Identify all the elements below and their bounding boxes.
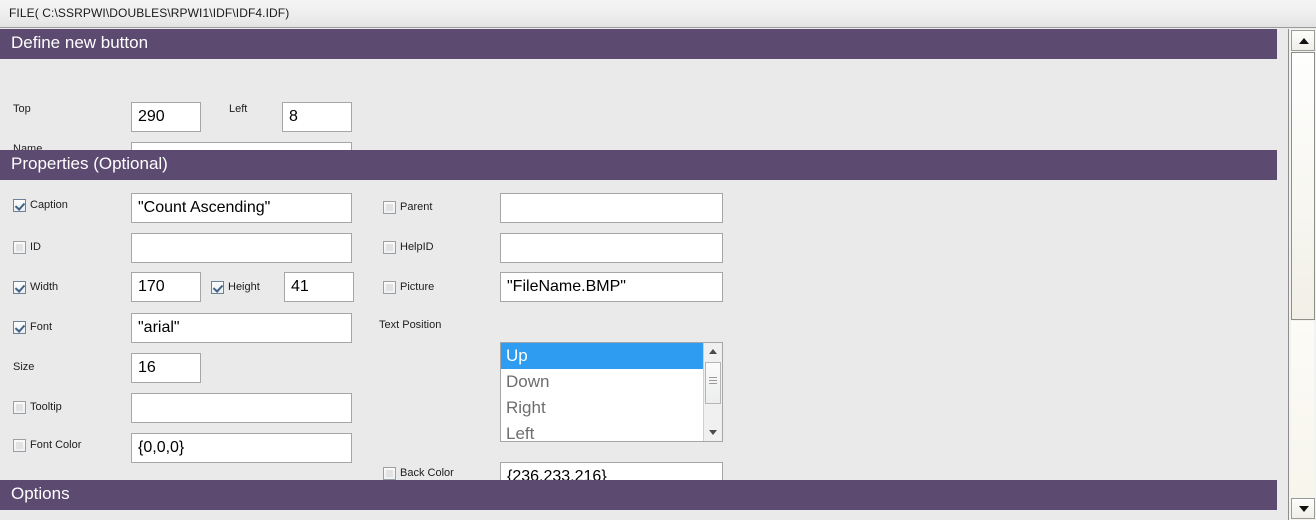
listbox-item-right[interactable]: Right [501,395,704,421]
input-parent[interactable] [500,193,723,223]
label-left: Left [229,103,248,115]
label-tooltip: Tooltip [30,401,62,413]
input-top[interactable] [131,102,201,132]
scroll-thumb[interactable] [1291,52,1315,320]
label-helpid: HelpID [400,241,434,253]
input-caption[interactable] [131,193,352,223]
listbox-scroll-up-icon[interactable] [704,343,722,360]
section-header-properties: Properties (Optional) [0,150,1277,180]
form-panel: Define new button Top Left Name Properti… [0,29,1288,520]
input-font[interactable] [131,313,352,343]
label-height: Height [228,281,260,293]
listbox-item-down[interactable]: Down [501,369,704,395]
section-header-define-new-button: Define new button [0,29,1277,59]
listbox-scrollbar[interactable] [703,343,722,441]
checkbox-caption[interactable] [13,199,26,212]
scroll-track[interactable] [1291,321,1314,497]
label-picture: Picture [400,281,435,293]
input-size[interactable] [131,353,201,383]
label-text-position: Text Position [379,319,442,331]
section-title-define-new-button: Define new button [11,33,149,52]
section-header-options: Options [0,480,1277,510]
label-size: Size [13,361,35,373]
input-height[interactable] [284,272,354,302]
checkbox-font[interactable] [13,321,26,334]
scroll-down-icon[interactable] [1291,498,1315,519]
listbox-items: Up Down Right Left [501,343,704,441]
input-font-color[interactable] [131,433,352,463]
section-title-options: Options [11,484,70,503]
checkbox-width[interactable] [13,281,26,294]
file-path-bar: FILE( C:\SSRPWI\DOUBLES\RPWI1\IDF\IDF4.I… [0,0,1316,28]
listbox-scroll-down-icon[interactable] [704,424,722,441]
section-title-properties: Properties (Optional) [11,154,168,173]
checkbox-font-color[interactable] [13,439,26,452]
input-width[interactable] [131,272,201,302]
application-window: FILE( C:\SSRPWI\DOUBLES\RPWI1\IDF\IDF4.I… [0,0,1316,520]
checkbox-id[interactable] [13,241,26,254]
checkbox-picture[interactable] [383,281,396,294]
listbox-scroll-thumb[interactable] [705,362,721,404]
listbox-item-left[interactable]: Left [501,421,704,441]
input-helpid[interactable] [500,233,723,263]
label-id: ID [30,241,41,253]
scroll-up-icon[interactable] [1291,30,1315,51]
input-tooltip[interactable] [131,393,352,423]
listbox-text-position[interactable]: Up Down Right Left [500,342,723,442]
label-caption: Caption [30,199,68,211]
label-font: Font [30,321,53,333]
checkbox-parent[interactable] [383,201,396,214]
input-id[interactable] [131,233,352,263]
label-top: Top [13,103,31,115]
label-width: Width [30,281,59,293]
page-scrollbar[interactable] [1288,29,1316,520]
input-picture[interactable] [500,272,723,302]
file-path-text: FILE( C:\SSRPWI\DOUBLES\RPWI1\IDF\IDF4.I… [9,6,290,20]
checkbox-back-color[interactable] [383,467,396,480]
label-back-color: Back Color [400,467,454,479]
checkbox-tooltip[interactable] [13,401,26,414]
input-left[interactable] [282,102,352,132]
checkbox-height[interactable] [211,281,224,294]
label-font-color: Font Color [30,439,82,451]
label-parent: Parent [400,201,433,213]
checkbox-helpid[interactable] [383,241,396,254]
listbox-item-up[interactable]: Up [501,343,704,369]
